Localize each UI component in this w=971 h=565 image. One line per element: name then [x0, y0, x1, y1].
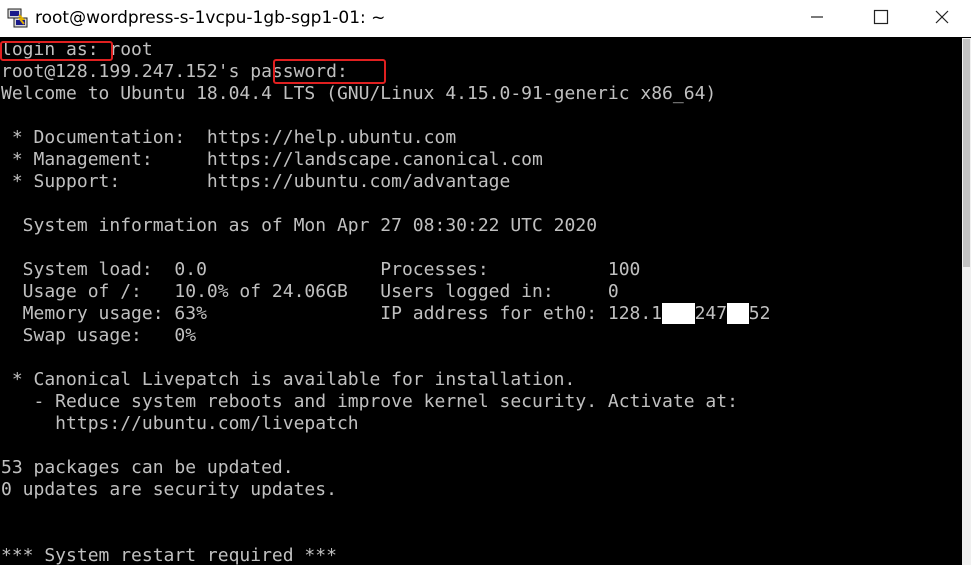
terminal-text: Usage of /: 10.0% of 24.06GB Users logge… [1, 281, 619, 302]
terminal-line: - Reduce system reboots and improve kern… [1, 391, 738, 413]
window-titlebar[interactable]: root@wordpress-s-1vcpu-1gb-sgp1-01: ~ [0, 0, 971, 37]
terminal-text: root@128.199.247.152's [1, 61, 251, 82]
terminal-line: https://ubuntu.com/livepatch [1, 413, 359, 435]
terminal-text: 53 packages can be updated. [1, 457, 294, 478]
terminal-line: * Documentation: https://help.ubuntu.com [1, 127, 456, 149]
redaction-mask: 99. [662, 303, 695, 324]
terminal-text: 0 updates are security updates. [1, 479, 337, 500]
terminal-text: * Management: https://landscape.canonica… [1, 149, 543, 170]
terminal-text: System load: 0.0 Processes: 100 [1, 259, 641, 280]
scrollbar-thumb[interactable] [963, 39, 970, 267]
minimize-icon [811, 15, 823, 18]
terminal-text: - Reduce system reboots and improve kern… [1, 391, 738, 412]
terminal-text: * Documentation: https://help.ubuntu.com [1, 127, 457, 148]
terminal-text: 52 [748, 303, 771, 324]
terminal-line: System information as of Mon Apr 27 08:3… [1, 215, 597, 237]
redaction-mask: .1 [727, 303, 749, 324]
terminal-line: * Management: https://landscape.canonica… [1, 149, 543, 171]
terminal-text: https://ubuntu.com/livepatch [1, 413, 359, 434]
terminal-text: * Canonical Livepatch is available for i… [1, 369, 576, 390]
terminal-line: 0 updates are security updates. [1, 479, 337, 501]
terminal-line: Welcome to Ubuntu 18.04.4 LTS (GNU/Linux… [1, 83, 716, 105]
terminal-line: *** System restart required *** [1, 545, 337, 565]
terminal-line: Swap usage: 0% [1, 325, 196, 347]
highlight-password-prompt [273, 59, 386, 84]
terminal-text: Swap usage: 0% [1, 325, 197, 346]
putty-terminal-icon [7, 8, 28, 28]
terminal-text: *** System restart required *** [1, 545, 337, 565]
terminal-line: * Support: https://ubuntu.com/advantage [1, 171, 511, 193]
maximize-icon [873, 9, 889, 24]
close-button[interactable] [913, 0, 971, 33]
terminal-text: Welcome to Ubuntu 18.04.4 LTS (GNU/Linux… [1, 83, 717, 104]
terminal-text: 247 [694, 303, 728, 324]
terminal-line: Usage of /: 10.0% of 24.06GB Users logge… [1, 281, 619, 303]
terminal-line: Memory usage: 63% IP address for eth0: 1… [1, 303, 770, 325]
terminal-line: * Canonical Livepatch is available for i… [1, 369, 576, 391]
terminal-output[interactable]: *** System restart required *** 0 updates… [0, 38, 962, 565]
terminal-scrollbar[interactable] [962, 38, 971, 565]
minimize-button[interactable] [788, 0, 846, 33]
terminal-text: * Support: https://ubuntu.com/advantage [1, 171, 511, 192]
maximize-button[interactable] [852, 0, 910, 33]
highlight-login-prompt [0, 41, 113, 61]
terminal-text: System information as of Mon Apr 27 08:3… [1, 215, 598, 236]
window-title: root@wordpress-s-1vcpu-1gb-sgp1-01: ~ [35, 8, 386, 28]
terminal-line: System load: 0.0 Processes: 100 [1, 259, 641, 281]
terminal-line: 53 packages can be updated. [1, 457, 294, 479]
terminal-text: Memory usage: 63% IP address for eth0: 1… [1, 303, 663, 324]
close-icon [935, 10, 949, 23]
